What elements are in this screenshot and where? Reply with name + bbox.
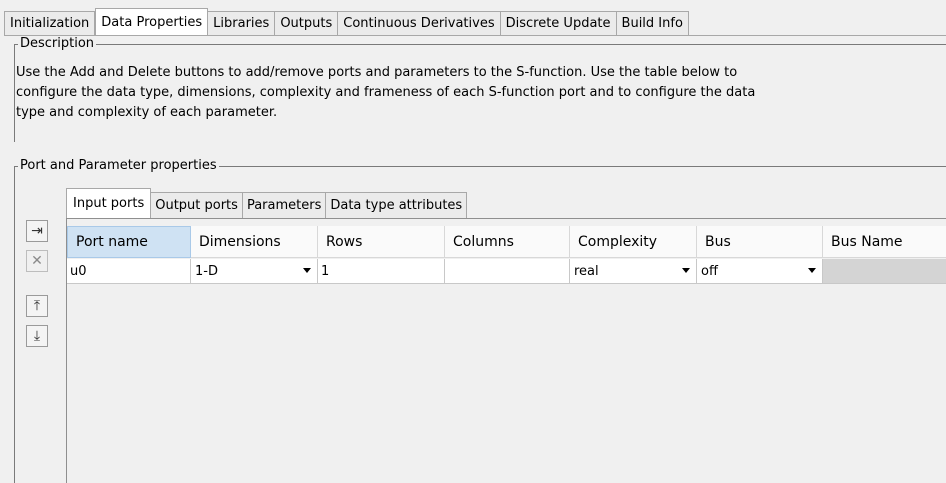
move-down-button[interactable]: ⤓ <box>26 325 48 347</box>
complexity-value: real <box>574 263 599 279</box>
description-line: Use the Add and Delete buttons to add/re… <box>16 65 738 80</box>
bus-name-cell <box>823 259 946 284</box>
dimensions-dropdown[interactable]: 1-D <box>191 259 318 284</box>
bus-dropdown[interactable]: off <box>697 259 823 284</box>
description-legend: Description <box>18 36 97 52</box>
tab-strip-divider <box>4 35 946 36</box>
delete-port-button[interactable]: ✕ <box>26 250 48 272</box>
add-port-button[interactable]: ⇥ <box>26 220 48 242</box>
complexity-dropdown[interactable]: real <box>570 259 697 284</box>
tab-data-type-attributes[interactable]: Data type attributes <box>326 192 468 218</box>
tab-outputs[interactable]: Outputs <box>275 11 339 35</box>
table-header: Port name Dimensions Rows Columns Comple… <box>67 226 946 258</box>
tab-input-ports[interactable]: Input ports <box>66 188 152 218</box>
ports-table: Port name Dimensions Rows Columns Comple… <box>66 218 946 483</box>
tab-output-ports[interactable]: Output ports <box>151 192 243 218</box>
description-line: type and complexity of each parameter. <box>16 105 278 120</box>
rows-cell[interactable]: 1 <box>318 259 445 284</box>
table-row: u0 1-D 1 real off <box>67 259 946 284</box>
tab-initialization[interactable]: Initialization <box>4 11 96 35</box>
description-text: Use the Add and Delete buttons to add/re… <box>16 63 876 123</box>
tab-discrete-update[interactable]: Discrete Update <box>500 11 617 35</box>
column-header-rows[interactable]: Rows <box>318 226 445 258</box>
dropdown-arrow-icon <box>808 268 816 273</box>
dimensions-value: 1-D <box>195 263 218 279</box>
port-parameter-legend: Port and Parameter properties <box>18 158 219 174</box>
tab-build-info[interactable]: Build Info <box>616 11 689 35</box>
inner-tab-strip: Input ports Output ports Parameters Data… <box>66 188 468 218</box>
move-up-icon: ⤒ <box>33 298 41 314</box>
tab-parameters[interactable]: Parameters <box>242 192 327 218</box>
column-header-port-name[interactable]: Port name <box>67 226 191 258</box>
move-down-icon: ⤓ <box>33 328 41 344</box>
move-up-button[interactable]: ⤒ <box>26 295 48 317</box>
tab-data-properties[interactable]: Data Properties <box>95 8 209 35</box>
dropdown-arrow-icon <box>303 268 311 273</box>
column-header-bus[interactable]: Bus <box>697 226 823 258</box>
column-header-columns[interactable]: Columns <box>445 226 570 258</box>
tab-continuous-derivatives[interactable]: Continuous Derivatives <box>338 11 501 35</box>
column-header-bus-name[interactable]: Bus Name <box>823 226 946 258</box>
columns-cell[interactable] <box>445 259 570 284</box>
add-port-icon: ⇥ <box>31 223 43 239</box>
tab-libraries[interactable]: Libraries <box>208 11 276 35</box>
bus-value: off <box>701 263 718 279</box>
column-header-complexity[interactable]: Complexity <box>570 226 697 258</box>
top-tab-strip: Initialization Data Properties Libraries… <box>4 8 689 35</box>
delete-port-icon: ✕ <box>31 253 43 269</box>
column-header-dimensions[interactable]: Dimensions <box>191 226 318 258</box>
port-name-cell[interactable]: u0 <box>67 259 191 284</box>
description-line: configure the data type, dimensions, com… <box>16 85 756 100</box>
dropdown-arrow-icon <box>682 268 690 273</box>
